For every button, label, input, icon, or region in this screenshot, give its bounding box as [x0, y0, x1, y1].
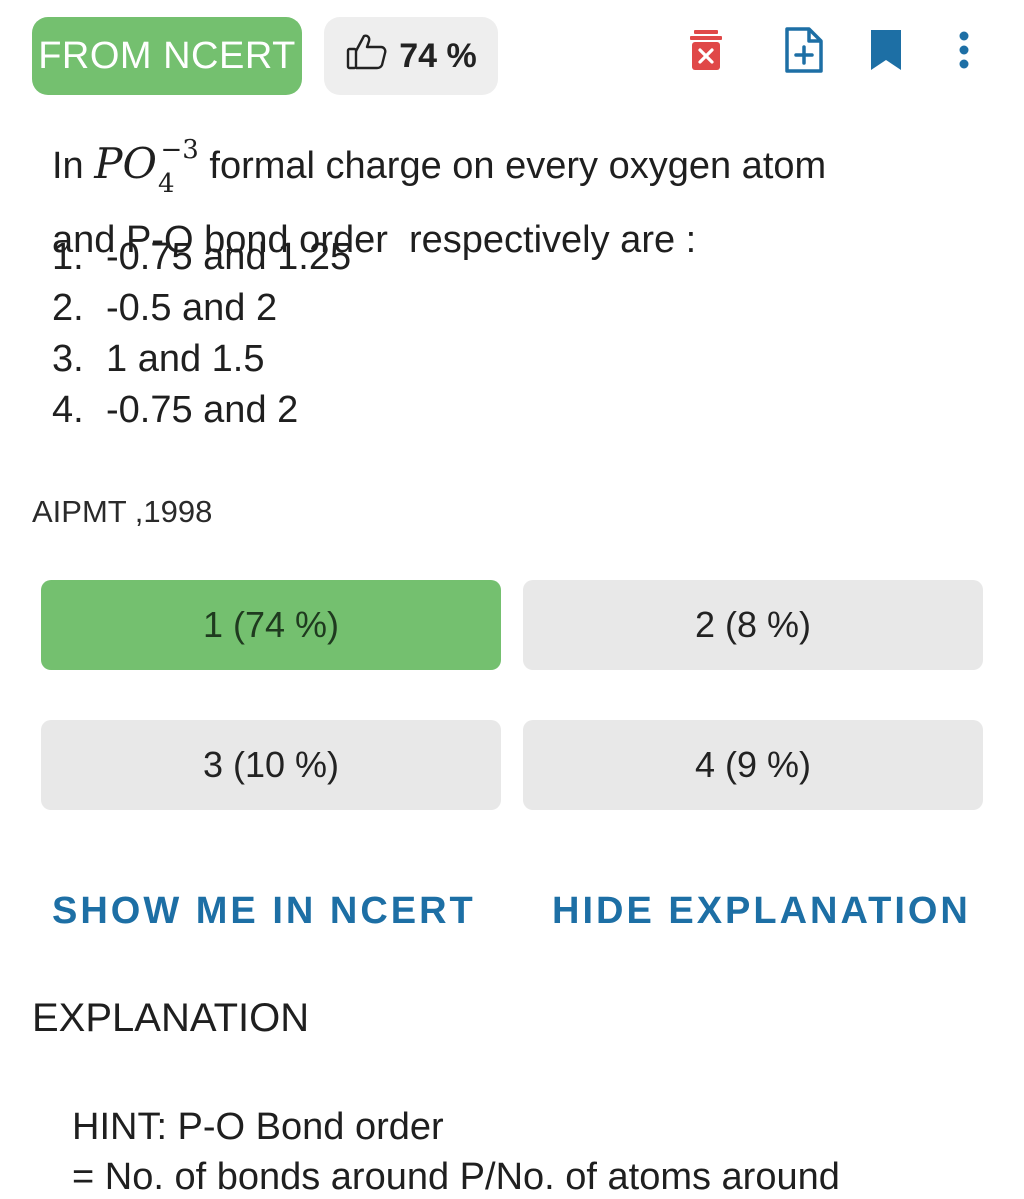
list-item: 1. -0.75 and 1.25 [52, 232, 351, 283]
list-item: 4. -0.75 and 2 [52, 385, 351, 436]
delete-report-icon[interactable] [682, 22, 730, 78]
question-line-1: formal charge on every oxygen atom [209, 145, 827, 187]
thumbs-up-icon [345, 32, 389, 81]
option-text: -0.75 and 2 [106, 389, 299, 431]
explanation-heading: EXPLANATION [32, 996, 310, 1040]
likes-percentage: 74 % [399, 36, 477, 75]
phosphate-formula: PO4 −3 [94, 135, 199, 199]
answer-option-1[interactable]: 1 (74 %) [41, 580, 501, 670]
explanation-next-line: = No. of bonds around P/No. of atoms aro… [72, 1156, 840, 1198]
formula-subscript: 4 [157, 169, 175, 199]
bookmark-icon[interactable] [862, 22, 910, 78]
hide-explanation-button[interactable]: HIDE EXPLANATION [552, 890, 971, 933]
show-in-ncert-button[interactable]: SHOW ME IN NCERT [52, 890, 476, 933]
exam-source: AIPMT ,1998 [32, 494, 213, 529]
option-number: 2. [52, 287, 84, 329]
option-number: 1. [52, 236, 84, 278]
option-text: 1 and 1.5 [106, 338, 265, 380]
option-number: 4. [52, 389, 84, 431]
more-vertical-icon[interactable] [940, 22, 988, 78]
option-text: -0.75 and 1.25 [106, 236, 352, 278]
likes-badge[interactable]: 74 % [324, 17, 498, 95]
explanation-hint: HINT: P-O Bond order [72, 1106, 444, 1148]
option-list: 1. -0.75 and 1.25 2. -0.5 and 2 3. 1 and… [52, 232, 351, 436]
answer-option-3[interactable]: 3 (10 %) [41, 720, 501, 810]
list-item: 2. -0.5 and 2 [52, 283, 351, 334]
question-toolbar: FROM NCERT 74 % [0, 0, 1024, 110]
list-item: 3. 1 and 1.5 [52, 334, 351, 385]
option-text: -0.5 and 2 [106, 287, 278, 329]
answer-option-2[interactable]: 2 (8 %) [523, 580, 983, 670]
option-number: 3. [52, 338, 84, 380]
answer-option-4[interactable]: 4 (9 %) [523, 720, 983, 810]
formula-superscript: −3 [160, 135, 199, 165]
add-note-icon[interactable] [780, 22, 828, 78]
formula-base: PO [94, 139, 157, 188]
source-tag[interactable]: FROM NCERT [32, 17, 302, 95]
question-prefix: In [52, 145, 84, 187]
